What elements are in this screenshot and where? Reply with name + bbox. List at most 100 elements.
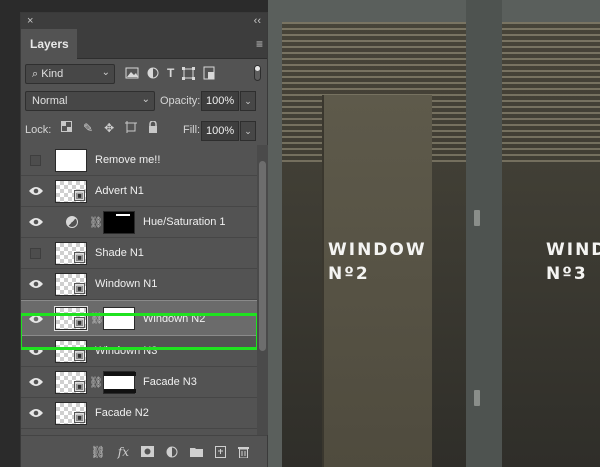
link-icon[interactable]: ⛓ [89,216,103,229]
brush-icon[interactable]: ✎ [83,121,93,135]
layer-row[interactable]: ▣ Windown N1 [21,269,257,300]
lock-row: Lock: ✎ ✥ Fill: 100% ⌄ [25,121,263,141]
layer-list: Remove me!! ▣ Advert N1 ⛓ Hue/Saturation… [21,145,257,435]
layer-name: Windown N3 [95,345,158,357]
link-layers-icon[interactable]: ⛓ [91,445,106,459]
mask-mark [104,372,136,376]
lock-all-icon[interactable] [148,121,158,133]
layer-thumbnail: ▣ [55,180,87,203]
sign-line: Nº2 [328,264,370,284]
blend-mode-value: Normal [32,95,68,107]
opacity-label: Opacity: [160,95,201,107]
shape-filter-icon[interactable] [182,66,196,80]
layer-row[interactable]: ⛓ Hue/Saturation 1 [21,207,257,238]
opacity-input[interactable]: 100% ⌄ [201,91,256,111]
layer-row[interactable]: ▣ Facade N2 [21,398,257,429]
sign-line: Nº3 [546,264,588,284]
filter-icons: T [125,63,215,83]
collapse-icon[interactable]: ‹‹ [254,15,261,27]
layer-row[interactable]: ▣ Shade N1 [21,238,257,269]
adjustment-filter-icon[interactable] [147,67,159,79]
visibility-toggle-off[interactable] [30,155,41,166]
new-layer-icon[interactable] [215,445,226,458]
chevron-down-icon: ⌄ [101,67,110,78]
layer-mask-thumbnail[interactable] [103,371,136,394]
chevron-down-icon[interactable]: ⌄ [240,91,256,111]
eye-icon[interactable] [29,216,43,228]
panel-tabbar: Layers ≡ [21,29,267,59]
panel-bottom-toolbar: ⛓ fx [21,435,267,467]
eye-icon[interactable] [29,345,43,357]
fill-label: Fill: [183,124,201,136]
layers-panel: × ‹‹ Layers ≡ ⌕ Kind ⌄ T Normal ⌄ Opacit… [20,12,268,467]
layer-thumbnail: ▣ [55,340,87,363]
blend-mode-select[interactable]: Normal ⌄ [25,91,155,111]
layer-list-scrollbar[interactable] [257,145,268,435]
layer-thumbnail: ▣ [55,273,87,296]
window-frame-middle [466,0,502,467]
visibility-toggle-off[interactable] [30,248,41,259]
layer-row[interactable]: Remove me!! [21,145,257,176]
layer-name: Facade N3 [143,376,197,388]
eye-icon[interactable] [29,376,43,388]
eye-icon[interactable] [29,278,43,290]
new-group-icon[interactable] [190,446,203,457]
layer-name: Shade N1 [95,247,144,259]
smart-object-badge-icon: ▣ [74,317,85,328]
fx-icon[interactable]: fx [118,445,129,459]
move-icon[interactable]: ✥ [104,121,114,135]
layer-mask-thumbnail[interactable] [103,211,135,234]
chevron-down-icon: ⌄ [141,94,150,105]
lock-transparent-icon[interactable] [61,121,72,132]
layer-row[interactable]: ▣ Windown N3 [21,336,257,367]
hinge [474,390,480,406]
layer-thumbnail: ▣ [55,242,87,265]
window-sign-n3: WIND Nº3 [546,238,600,286]
artboard-lock-icon[interactable] [125,121,138,133]
layer-row-selected[interactable]: ▣ ⛓ Windown N2 [21,300,257,336]
eye-icon[interactable] [29,407,43,419]
fill-input[interactable]: 100% ⌄ [201,121,256,141]
filter-kind-label: Kind [41,68,64,80]
lock-icons: ✎ ✥ [61,121,158,135]
link-icon[interactable]: ⛓ [90,312,104,325]
scroll-thumb[interactable] [259,161,266,351]
smart-object-filter-icon[interactable] [203,66,215,80]
layer-row[interactable]: ▣ ⛓ Facade N3 [21,367,257,398]
layer-thumbnail [55,149,87,172]
search-icon: ⌕ [32,68,39,80]
smart-object-badge-icon: ▣ [74,190,85,201]
opacity-value: 100% [206,95,235,107]
layer-name: Windown N1 [95,278,158,290]
trash-icon[interactable] [238,446,249,458]
link-icon[interactable]: ⛓ [89,376,103,389]
layer-mask-thumbnail[interactable] [103,307,135,330]
background-photo: WINDOW Nº2 WIND Nº3 [268,0,600,467]
mask-mark [104,389,136,393]
layer-name: Remove me!! [95,154,161,166]
filter-kind-select[interactable]: ⌕ Kind ⌄ [25,64,115,84]
window-frame-top [268,0,600,22]
layer-thumbnail: ▣ [55,402,87,425]
image-filter-icon[interactable] [125,67,139,79]
chevron-down-icon[interactable]: ⌄ [240,121,256,141]
window-blinds-right [502,22,600,162]
layer-name: Windown N2 [143,313,206,325]
layer-name: Advert N1 [95,185,144,197]
eye-icon[interactable] [29,185,43,197]
smart-object-badge-icon: ▣ [74,283,85,294]
sign-line: WIND [546,240,600,260]
filter-toggle[interactable] [254,65,261,81]
adjustment-layer-icon [66,216,78,228]
add-mask-icon[interactable] [141,446,154,457]
layer-row[interactable]: ▣ Advert N1 [21,176,257,207]
mask-mark [116,214,130,216]
new-adjustment-icon[interactable] [166,446,178,458]
eye-icon[interactable] [29,313,43,325]
layer-thumbnail: ▣ [54,306,88,331]
fill-value: 100% [206,125,235,137]
tab-layers[interactable]: Layers [21,29,77,59]
type-filter-icon[interactable]: T [167,66,174,80]
panel-menu-icon[interactable]: ≡ [256,38,263,50]
close-icon[interactable]: × [27,15,33,27]
